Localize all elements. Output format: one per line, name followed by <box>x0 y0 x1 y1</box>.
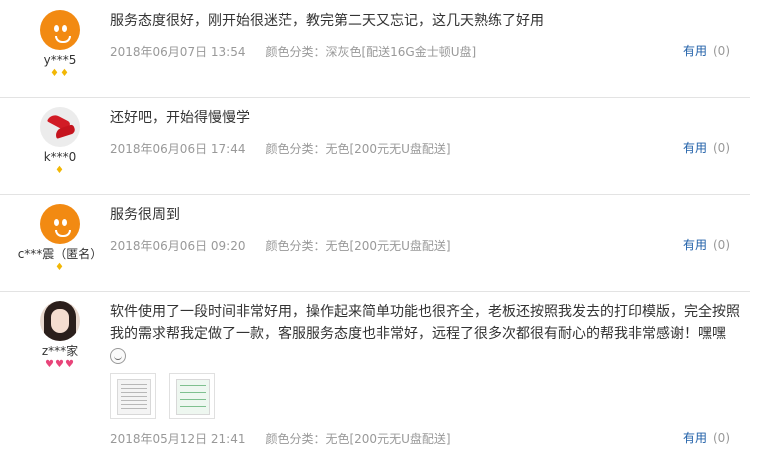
reviewer-level-badge: ♦ <box>55 165 65 176</box>
useful-button[interactable]: 有用 (0) <box>683 42 730 59</box>
review-meta: 2018年06月07日 13:54 颜色分类：深灰色[配送16G金士顿U盘] <box>110 43 476 60</box>
red-shoes-avatar-icon[interactable] <box>40 107 80 147</box>
product-variant: 颜色分类：无色[200元无U盘配送] <box>265 432 451 446</box>
print-template-thumbnail[interactable] <box>110 373 156 419</box>
smile-emoji-icon <box>110 348 126 364</box>
review-content: 还好吧，开始得慢慢学 <box>110 107 740 129</box>
review-content: 服务很周到 <box>110 204 740 226</box>
product-variant: 颜色分类：无色[200元无U盘配送] <box>265 142 451 156</box>
useful-label[interactable]: 有用 <box>683 141 707 155</box>
useful-button[interactable]: 有用 (0) <box>683 429 730 446</box>
review-item: z***家 ♥♥♥ 软件使用了一段时间非常好用，操作起来简单功能也很齐全，老板还… <box>0 291 750 456</box>
review-text: 服务很周到 <box>110 207 180 223</box>
review-date: 2018年05月12日 21:41 <box>110 432 246 446</box>
review-meta: 2018年05月12日 21:41 颜色分类：无色[200元无U盘配送] <box>110 430 451 447</box>
review-date: 2018年06月06日 17:44 <box>110 142 246 156</box>
useful-label[interactable]: 有用 <box>683 238 707 252</box>
review-item: k***0 ♦ 还好吧，开始得慢慢学 2018年06月06日 17:44 颜色分类… <box>0 97 750 195</box>
review-images <box>110 373 740 419</box>
review-meta: 2018年06月06日 09:20 颜色分类：无色[200元无U盘配送] <box>110 237 451 254</box>
reviewer-level-badge: ♦ <box>55 262 65 273</box>
useful-count: (0) <box>713 141 730 155</box>
useful-label[interactable]: 有用 <box>683 44 707 58</box>
reviewer-info: y***5 ♦♦ <box>0 0 120 80</box>
reviewer-info: c***震（匿名） ♦ <box>0 194 120 274</box>
review-item: c***震（匿名） ♦ 服务很周到 2018年06月06日 09:20 颜色分类：… <box>0 194 750 292</box>
reviewer-name: y***5 <box>43 53 77 67</box>
reviewer-level-badge: ♥♥♥ <box>45 359 75 370</box>
reviewer-level-badge: ♦♦ <box>50 68 70 79</box>
useful-count: (0) <box>713 44 730 58</box>
useful-button[interactable]: 有用 (0) <box>683 139 730 156</box>
review-date: 2018年06月07日 13:54 <box>110 45 246 59</box>
review-date: 2018年06月06日 09:20 <box>110 239 246 253</box>
reviewer-info: k***0 ♦ <box>0 97 120 177</box>
software-screenshot-thumbnail[interactable] <box>169 373 216 419</box>
review-content: 服务态度很好，刚开始很迷茫，教完第二天又忘记，这几天熟练了好用 <box>110 10 740 32</box>
review-text: 软件使用了一段时间非常好用，操作起来简单功能也很齐全，老板还按照我发去的打印模版… <box>110 301 740 367</box>
review-content: 软件使用了一段时间非常好用，操作起来简单功能也很齐全，老板还按照我发去的打印模版… <box>110 301 740 419</box>
review-text: 服务态度很好，刚开始很迷茫，教完第二天又忘记，这几天熟练了好用 <box>110 13 544 29</box>
reviewer-name: c***震（匿名） <box>17 247 103 261</box>
reviewer-name: z***家 <box>41 344 79 358</box>
reviewer-info: z***家 ♥♥♥ <box>0 291 120 371</box>
review-meta: 2018年06月06日 17:44 颜色分类：无色[200元无U盘配送] <box>110 140 451 157</box>
useful-count: (0) <box>713 238 730 252</box>
reviewer-name: k***0 <box>43 150 77 164</box>
useful-label[interactable]: 有用 <box>683 431 707 445</box>
orange-mascot-avatar-icon[interactable] <box>40 10 80 50</box>
review-item: y***5 ♦♦ 服务态度很好，刚开始很迷茫，教完第二天又忘记，这几天熟练了好用… <box>0 0 750 98</box>
user-photo-avatar-icon[interactable] <box>40 301 80 341</box>
product-variant: 颜色分类：深灰色[配送16G金士顿U盘] <box>265 45 477 59</box>
useful-count: (0) <box>713 431 730 445</box>
orange-mascot-avatar-icon[interactable] <box>40 204 80 244</box>
useful-button[interactable]: 有用 (0) <box>683 236 730 253</box>
review-text: 还好吧，开始得慢慢学 <box>110 110 250 126</box>
product-variant: 颜色分类：无色[200元无U盘配送] <box>265 239 451 253</box>
